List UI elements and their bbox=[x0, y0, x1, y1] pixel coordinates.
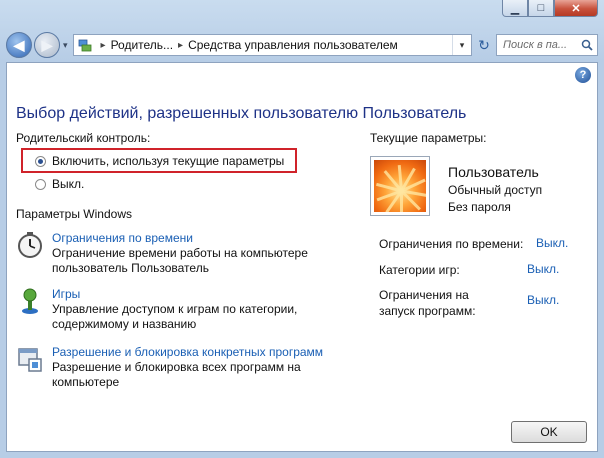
user-avatar bbox=[370, 156, 430, 216]
back-arrow-icon: ◀ bbox=[13, 36, 25, 53]
games-link[interactable]: Игры bbox=[52, 287, 322, 302]
radio-disable-label: Выкл. bbox=[52, 177, 85, 191]
game-ratings-setting-label: Категории игр: bbox=[379, 263, 460, 277]
breadcrumb-user-controls[interactable]: Средства управления пользователем bbox=[188, 38, 398, 52]
radio-enable-label: Включить, используя текущие параметры bbox=[52, 154, 285, 168]
radio-button-unchecked[interactable] bbox=[35, 178, 46, 190]
close-button[interactable]: ✕ bbox=[554, 0, 598, 17]
task-games: Игры Управление доступом к играм по кате… bbox=[16, 287, 322, 332]
caption-buttons: ▁ □ ✕ bbox=[502, 0, 598, 17]
program-limits-setting-label: Ограничения на запуск программ: bbox=[379, 288, 476, 318]
clock-icon bbox=[18, 232, 42, 258]
programs-link[interactable]: Разрешение и блокировка конкретных прогр… bbox=[52, 345, 323, 360]
ok-button[interactable]: OK bbox=[511, 421, 587, 443]
radio-enable[interactable]: Включить, используя текущие параметры bbox=[35, 154, 284, 168]
breadcrumb-separator: ▸ bbox=[178, 39, 184, 51]
password-status: Без пароля bbox=[448, 200, 511, 214]
time-limits-setting-value[interactable]: Выкл. bbox=[536, 236, 568, 250]
address-dropdown[interactable]: ▾ bbox=[452, 35, 471, 55]
forward-button[interactable]: ▶ bbox=[34, 32, 60, 58]
account-type: Обычный доступ bbox=[448, 183, 543, 197]
games-icon bbox=[22, 288, 38, 314]
current-settings-label: Текущие параметры: bbox=[370, 131, 487, 145]
refresh-icon: ↻ bbox=[478, 36, 490, 53]
recent-pages-dropdown[interactable]: ▾ bbox=[63, 40, 68, 51]
radio-button-checked[interactable] bbox=[35, 155, 46, 167]
breadcrumb-parental-controls[interactable]: Родитель... bbox=[111, 38, 173, 52]
address-bar[interactable]: ▸ Родитель... ▸ Средства управления поль… bbox=[72, 34, 472, 56]
maximize-button[interactable]: □ bbox=[528, 0, 554, 17]
programs-description: Разрешение и блокировка всех программ на… bbox=[52, 360, 301, 389]
refresh-button[interactable]: ↻ bbox=[472, 34, 496, 56]
minimize-button[interactable]: ▁ bbox=[502, 0, 528, 17]
chevron-down-icon: ▾ bbox=[459, 39, 465, 50]
games-description: Управление доступом к играм по категории… bbox=[52, 302, 298, 331]
task-programs: Разрешение и блокировка конкретных прогр… bbox=[16, 345, 323, 390]
task-time-limits: Ограничения по времени Ограничение време… bbox=[16, 231, 322, 276]
control-panel-icon bbox=[78, 39, 91, 52]
time-limits-description: Ограничение времени работы на компьютере… bbox=[52, 246, 308, 275]
time-limits-link[interactable]: Ограничения по времени bbox=[52, 231, 322, 246]
time-limits-setting-label: Ограничения по времени: bbox=[379, 237, 524, 251]
windows-settings-label: Параметры Windows bbox=[16, 207, 132, 221]
back-button[interactable]: ◀ bbox=[6, 32, 32, 58]
breadcrumb-separator: ▸ bbox=[100, 39, 106, 51]
flower-picture bbox=[374, 160, 426, 212]
parental-control-label: Родительский контроль: bbox=[16, 131, 151, 145]
page-title: Выбор действий, разрешенных пользователю… bbox=[16, 105, 467, 122]
radio-disable[interactable]: Выкл. bbox=[35, 177, 84, 191]
navigation-bar: ◀ ▶ ▾ ▸ Родитель... ▸ Средства управлени… bbox=[6, 30, 598, 60]
forward-arrow-icon: ▶ bbox=[41, 36, 53, 53]
programs-icon bbox=[18, 348, 42, 372]
search-box[interactable]: Поиск в па... bbox=[496, 34, 598, 56]
user-name: Пользователь bbox=[448, 164, 539, 180]
parental-controls-window: ▁ □ ✕ ◀ ▶ ▾ ▸ Родитель... ▸ Средства упр… bbox=[0, 0, 604, 458]
program-limits-setting-value[interactable]: Выкл. bbox=[527, 293, 559, 307]
game-ratings-setting-value[interactable]: Выкл. bbox=[527, 262, 559, 276]
help-icon[interactable]: ? bbox=[575, 67, 591, 83]
content-pane: ? Выбор действий, разрешенных пользовате… bbox=[6, 62, 598, 452]
search-input[interactable]: Поиск в па... bbox=[503, 39, 567, 51]
search-icon[interactable] bbox=[581, 39, 593, 51]
